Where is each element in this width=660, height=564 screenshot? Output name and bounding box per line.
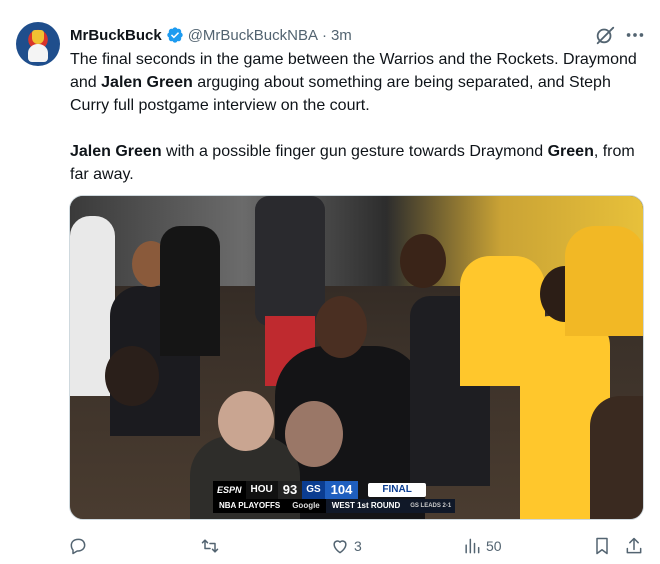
scorebug-round: WEST 1st ROUND (325, 499, 407, 513)
tweet-actions: 3 50 (0, 534, 660, 558)
scorebug-top-row: ESPN HOU 93 GS 104 FINAL (213, 481, 503, 499)
grok-icon[interactable] (594, 24, 616, 46)
rockets-player-head (400, 234, 446, 288)
like-count: 3 (354, 538, 362, 554)
bookmark-icon (596, 537, 608, 555)
retweet-icon (201, 539, 219, 553)
rockets-player-9 (255, 196, 325, 326)
tweet-text: The final seconds in the game between th… (70, 48, 650, 186)
views-icon (465, 538, 480, 554)
scorebug-home-team: GS (302, 481, 325, 499)
tweet-paragraph-2: Jalen Green with a possible finger gun g… (70, 140, 650, 186)
verified-badge-icon (167, 27, 183, 43)
text-bold-name: Jalen Green (101, 74, 193, 91)
separator-dot: · (321, 26, 327, 44)
share-button[interactable] (624, 534, 644, 558)
avatar[interactable] (16, 22, 60, 66)
bald-man-foreground-head (218, 391, 274, 451)
woman-right-foreground (590, 396, 643, 519)
handle[interactable]: @MrBuckBuckNBA (188, 27, 318, 44)
heart-icon (333, 540, 347, 554)
bald-man-left-head (105, 346, 159, 406)
reply-button[interactable] (68, 534, 92, 558)
scorebug-away-score: 93 (277, 481, 303, 499)
man-black-shirt (160, 226, 220, 356)
views-button[interactable]: 50 (462, 534, 502, 558)
tweet-media-image[interactable]: ESPN HOU 93 GS 104 FINAL NBA PLAYOFFS Go… (69, 195, 644, 520)
scorebug-home-score: 104 (324, 481, 359, 499)
scorebug-bottom-row: NBA PLAYOFFS Google WEST 1st ROUND GS LE… (213, 499, 503, 513)
scorebug-series: GS LEADS 2-1 (406, 499, 456, 513)
man-foreground-head (285, 401, 343, 467)
timestamp[interactable]: 3m (331, 27, 352, 44)
security-guard-head (315, 296, 367, 358)
scorebug: ESPN HOU 93 GS 104 FINAL NBA PLAYOFFS Go… (213, 481, 503, 513)
more-icon[interactable] (624, 24, 646, 46)
reply-icon (70, 538, 86, 555)
views-count: 50 (486, 538, 502, 554)
like-button[interactable]: 3 (330, 534, 362, 558)
scorebug-event: NBA PLAYOFFS (213, 499, 287, 513)
text-bold-name: Green (547, 143, 594, 160)
scorebug-network: ESPN (213, 481, 246, 499)
text-segment: with a possible finger gun gesture towar… (161, 143, 548, 160)
scorebug-away-team: HOU (245, 481, 278, 499)
bookmark-button[interactable] (592, 534, 612, 558)
tweet-paragraph-1: The final seconds in the game between th… (70, 48, 650, 117)
warriors-fan-3 (565, 226, 643, 336)
display-name[interactable]: MrBuckBuck (70, 27, 162, 44)
scorebug-status: FINAL (368, 483, 426, 497)
tweet-header: MrBuckBuck @MrBuckBuckNBA · 3m (70, 24, 352, 46)
avatar-rooster-body (28, 44, 48, 62)
avatar-rooster-crest (32, 30, 44, 44)
share-icon (626, 537, 642, 554)
text-bold-name: Jalen Green (70, 143, 162, 160)
tweet[interactable]: MrBuckBuck @MrBuckBuckNBA · 3m The final… (0, 0, 660, 564)
retweet-button[interactable] (200, 534, 224, 558)
scorebug-sponsor: Google (286, 499, 326, 513)
